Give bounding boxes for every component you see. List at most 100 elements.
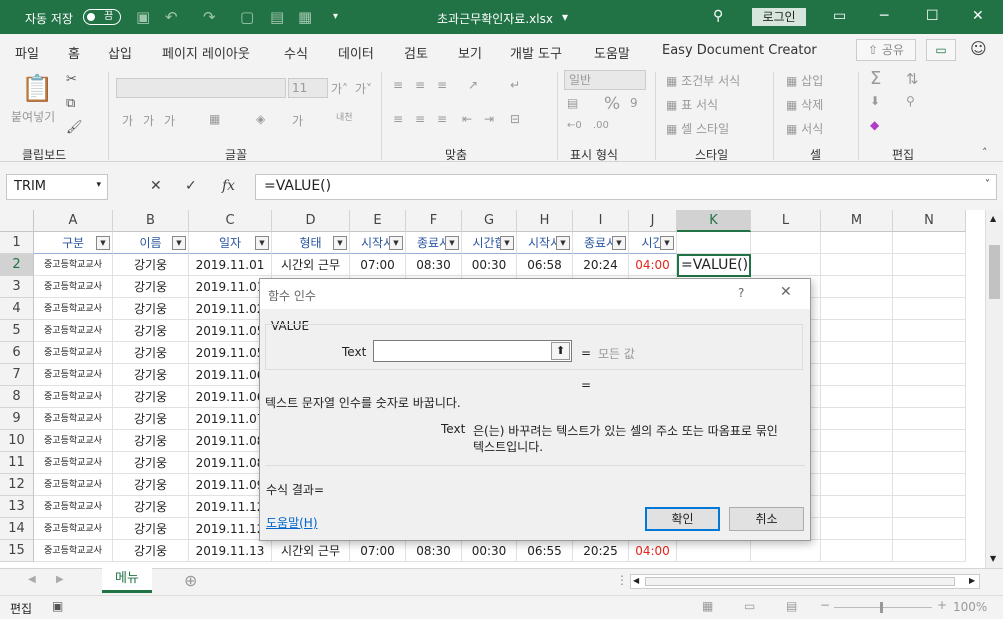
cell-b11[interactable]: 강기웅 (113, 452, 189, 474)
help-icon[interactable]: ? (738, 286, 744, 300)
merge-center-icon[interactable]: ⊟ (510, 112, 520, 126)
tab-home[interactable]: 홈 (68, 43, 80, 68)
format-as-table-button[interactable]: ▦ 표 서식 (666, 96, 718, 113)
cell-a13[interactable]: 중고등학교교사 (34, 496, 113, 518)
cell-g2[interactable]: 00:30 (462, 254, 517, 276)
borders-icon[interactable]: ▦ (209, 112, 220, 126)
phonetic-icon[interactable]: 내천 (336, 110, 353, 123)
align-middle-icon[interactable]: ≡ (415, 78, 425, 92)
customize-qat-icon[interactable]: ▾ (333, 11, 338, 22)
table-header-cell[interactable]: 종료시 ▼ (406, 232, 462, 254)
cell-m7[interactable] (821, 364, 893, 386)
font-color-icon[interactable]: 가 (292, 112, 303, 129)
filter-dropdown-icon[interactable]: ▼ (500, 236, 514, 250)
cell-h2[interactable]: 06:58 (517, 254, 573, 276)
page-break-view-icon[interactable]: ▤ (786, 599, 797, 613)
cell-n2[interactable] (893, 254, 966, 276)
tab-insert[interactable]: 삽입 (108, 43, 132, 62)
align-center-icon[interactable]: ≡ (415, 112, 425, 126)
autosave-toggle[interactable]: 끔 (83, 9, 121, 25)
filter-dropdown-icon[interactable]: ▼ (96, 236, 110, 250)
row-header-15[interactable]: 15 (0, 540, 34, 562)
page-layout-view-icon[interactable]: ▭ (744, 599, 755, 613)
select-all-corner[interactable] (0, 210, 34, 232)
column-header-j[interactable]: J (629, 210, 677, 232)
row-header-3[interactable]: 3 (0, 276, 34, 298)
cell-n6[interactable] (893, 342, 966, 364)
comma-icon[interactable]: 9 (630, 96, 638, 110)
align-bottom-icon[interactable]: ≡ (437, 78, 447, 92)
cell-i2[interactable]: 20:24 (573, 254, 629, 276)
enter-entry-icon[interactable]: ✓ (185, 178, 197, 194)
cell-m8[interactable] (821, 386, 893, 408)
insert-function-icon[interactable]: fx (222, 178, 235, 194)
cell-f15[interactable]: 08:30 (406, 540, 462, 562)
cell-m11[interactable] (821, 452, 893, 474)
tab-help[interactable]: 도움말 (594, 43, 630, 62)
feedback-smiley-icon[interactable]: ☺ (970, 39, 987, 58)
zoom-in-icon[interactable]: + (937, 598, 947, 612)
cell-b14[interactable]: 강기웅 (113, 518, 189, 540)
close-icon[interactable]: ✕ (972, 8, 984, 24)
column-header-f[interactable]: F (406, 210, 462, 232)
table-header-cell[interactable]: 형태 ▼ (272, 232, 350, 254)
cell-a14[interactable]: 중고등학교교사 (34, 518, 113, 540)
filter-dropdown-icon[interactable]: ▼ (445, 236, 459, 250)
tab-easy-document-creator[interactable]: Easy Document Creator (662, 43, 817, 58)
decrease-font-icon[interactable]: 가˅ (355, 80, 372, 97)
filter-dropdown-icon[interactable]: ▼ (333, 236, 347, 250)
column-header-h[interactable]: H (517, 210, 573, 232)
percent-icon[interactable]: % (604, 94, 620, 114)
cancel-entry-icon[interactable]: ✕ (150, 178, 162, 194)
cell-b7[interactable]: 강기웅 (113, 364, 189, 386)
decrease-indent-icon[interactable]: ⇤ (462, 112, 472, 126)
help-link[interactable]: 도움말(H) (266, 514, 318, 531)
cell-l2[interactable] (751, 254, 821, 276)
zoom-out-icon[interactable]: − (820, 598, 830, 612)
cell-c2[interactable]: 2019.11.01 (189, 254, 272, 276)
print-icon[interactable]: ▤ (270, 8, 284, 26)
share-button[interactable]: ⇧ 공유 (856, 39, 916, 61)
table-header-cell[interactable]: 종료시 ▼ (573, 232, 629, 254)
cell-b13[interactable]: 강기웅 (113, 496, 189, 518)
column-header-b[interactable]: B (113, 210, 189, 232)
sort-filter-icon[interactable]: ⇅ (906, 70, 919, 88)
filter-dropdown-icon[interactable]: ▼ (660, 236, 674, 250)
table-header-cell[interactable]: 시작시 ▼ (350, 232, 406, 254)
cell-n1[interactable] (893, 232, 966, 254)
row-header-8[interactable]: 8 (0, 386, 34, 408)
tab-formulas[interactable]: 수식 (284, 43, 308, 62)
row-header-7[interactable]: 7 (0, 364, 34, 386)
table-header-cell[interactable]: 시간합 ▼ (462, 232, 517, 254)
cell-m10[interactable] (821, 430, 893, 452)
cell-b2[interactable]: 강기웅 (113, 254, 189, 276)
cell-m15[interactable] (821, 540, 893, 562)
cell-a6[interactable]: 중고등학교교사 (34, 342, 113, 364)
cell-n15[interactable] (893, 540, 966, 562)
column-header-k[interactable]: K (677, 210, 751, 232)
cell-b12[interactable]: 강기웅 (113, 474, 189, 496)
row-header-5[interactable]: 5 (0, 320, 34, 342)
zoom-slider[interactable] (834, 607, 932, 608)
spreadsheet-icon[interactable]: ▦ (298, 8, 312, 26)
cancel-button[interactable]: 취소 (729, 507, 804, 531)
expand-formula-icon[interactable]: ˅ (985, 179, 990, 190)
cell-d15[interactable]: 시간외 근무 (272, 540, 350, 562)
ribbon-display-icon[interactable]: ▭ (833, 8, 846, 24)
align-left-icon[interactable]: ≡ (393, 112, 403, 126)
tab-developer[interactable]: 개발 도구 (510, 43, 562, 62)
find-select-icon[interactable]: ⚲ (906, 94, 915, 108)
dialog-close-icon[interactable]: ✕ (780, 284, 792, 300)
cell-k15[interactable] (677, 540, 751, 562)
cell-k1[interactable] (677, 232, 751, 254)
number-format-dropdown[interactable]: 일반 (564, 70, 646, 90)
fill-color-icon[interactable]: ◈ (256, 112, 265, 126)
paste-label[interactable]: 붙여넣기 (11, 108, 55, 125)
minimize-icon[interactable]: ─ (880, 8, 888, 24)
copy-icon[interactable]: ⧉ (66, 96, 75, 111)
scroll-left-icon[interactable]: ◀ (633, 576, 639, 585)
login-button[interactable]: 로그인 (752, 8, 806, 26)
column-header-l[interactable]: L (751, 210, 821, 232)
row-header-9[interactable]: 9 (0, 408, 34, 430)
cell-f2[interactable]: 08:30 (406, 254, 462, 276)
